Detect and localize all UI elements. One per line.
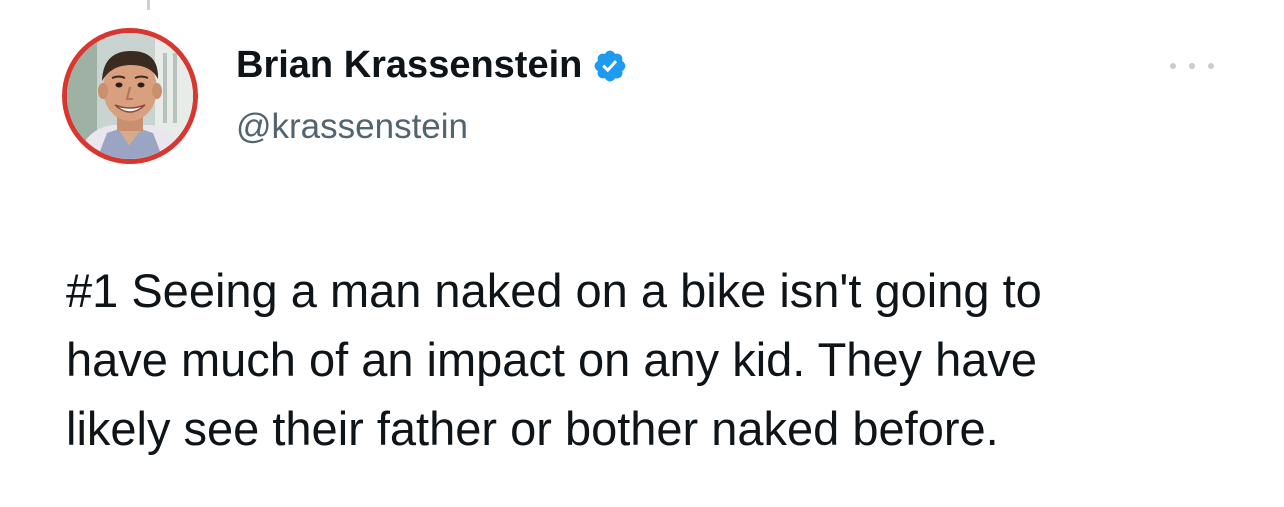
tweet-card[interactable]: Brian Krassenstein @krassenstein #1 Seei… <box>0 0 1284 507</box>
more-horizontal-icon <box>1208 63 1214 69</box>
divider <box>147 0 150 10</box>
author-name-row[interactable]: Brian Krassenstein <box>236 40 628 90</box>
more-options-button[interactable] <box>1170 54 1214 78</box>
verified-badge-icon <box>592 47 628 83</box>
avatar-photo <box>67 33 193 159</box>
tweet-text: #1 Seeing a man naked on a bike isn't go… <box>66 264 1042 455</box>
more-horizontal-icon <box>1170 63 1176 69</box>
author-name[interactable]: Brian Krassenstein <box>236 40 582 90</box>
avatar[interactable] <box>62 28 198 164</box>
author-handle[interactable]: @krassenstein <box>236 104 468 150</box>
more-horizontal-icon <box>1189 63 1195 69</box>
